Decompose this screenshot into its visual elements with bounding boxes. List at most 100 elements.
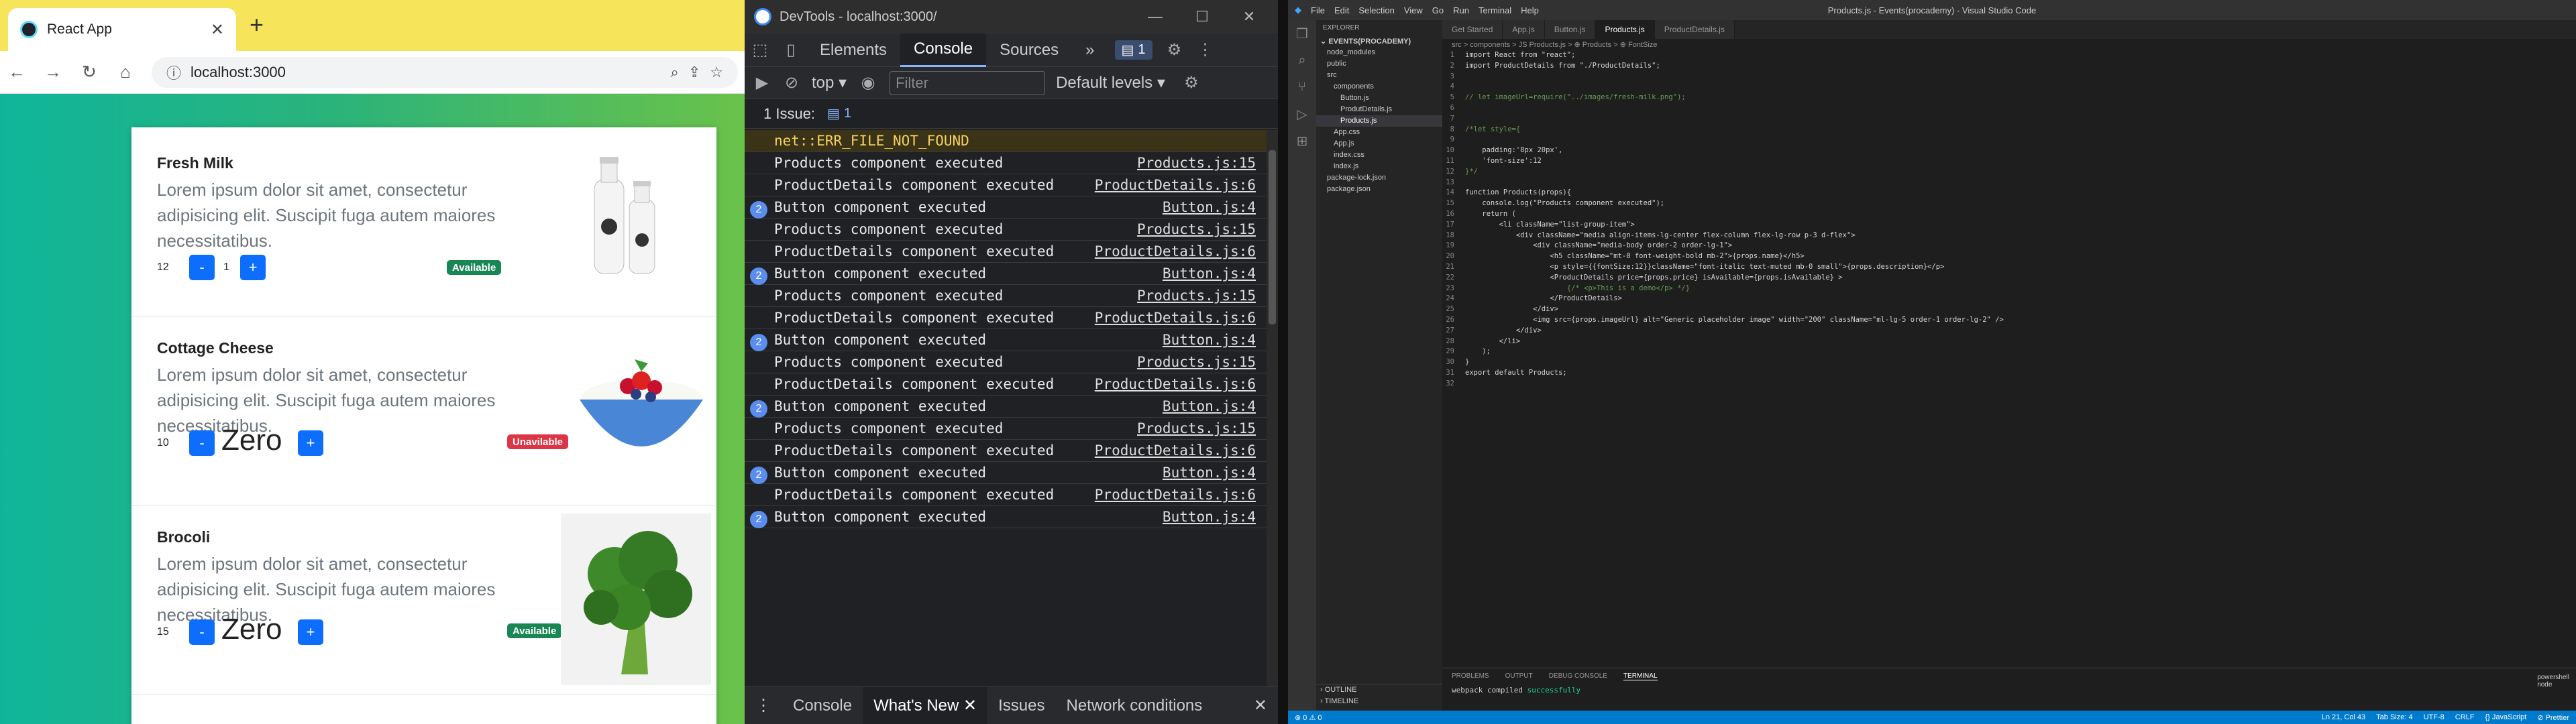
decrement-button[interactable]: -: [189, 430, 215, 456]
increment-button[interactable]: +: [298, 430, 323, 456]
log-source-link[interactable]: Button.js:4: [1158, 199, 1256, 215]
log-levels-select[interactable]: Default levels ▾: [1056, 73, 1165, 93]
editor-tab[interactable]: Get Started: [1442, 20, 1503, 39]
outline-section[interactable]: › OUTLINE: [1316, 684, 1442, 695]
drawer-menu-icon[interactable]: ⋮: [745, 687, 782, 724]
panel-tab[interactable]: PROBLEMS: [1452, 672, 1489, 680]
maximize-icon[interactable]: ☐: [1183, 8, 1222, 25]
editor-tab[interactable]: Products.js: [1595, 20, 1655, 39]
console-settings-icon[interactable]: ⚙: [1176, 73, 1207, 93]
explorer-icon[interactable]: ❐: [1288, 20, 1316, 47]
status-item[interactable]: {} JavaScript: [2485, 713, 2527, 722]
home-icon[interactable]: ⌂: [115, 62, 136, 82]
browser-tab[interactable]: React App ✕: [8, 8, 236, 51]
minimize-icon[interactable]: —: [1136, 8, 1175, 25]
file-tree-item[interactable]: src: [1316, 70, 1442, 81]
terminal-output[interactable]: webpack compiled successfully: [1442, 684, 2576, 696]
back-icon[interactable]: ←: [7, 62, 27, 82]
issues-bar-badge[interactable]: ▤ 1: [820, 104, 858, 123]
inspect-element-icon[interactable]: ⬚: [745, 40, 775, 60]
issues-counter[interactable]: ▤ 1: [1114, 40, 1152, 60]
extensions-icon[interactable]: ⊞: [1288, 127, 1316, 154]
file-tree-item[interactable]: Button.js: [1316, 93, 1442, 104]
decrement-button[interactable]: -: [189, 619, 215, 645]
forward-icon[interactable]: →: [43, 62, 63, 82]
file-tree-item[interactable]: node_modules: [1316, 47, 1442, 58]
log-source-link[interactable]: Products.js:15: [1132, 354, 1256, 370]
log-source-link[interactable]: Products.js:15: [1132, 420, 1256, 436]
panel-tab[interactable]: TERMINAL: [1623, 672, 1658, 680]
log-source-link[interactable]: Button.js:4: [1158, 509, 1256, 525]
problems-status[interactable]: ⊗ 0 ⚠ 0: [1295, 713, 1322, 722]
status-item[interactable]: Tab Size: 4: [2376, 713, 2412, 722]
issues-bar[interactable]: 1 Issue: ▤ 1: [745, 99, 1278, 129]
close-window-icon[interactable]: ✕: [1230, 8, 1269, 25]
editor-tab[interactable]: ProductDetails.js: [1654, 20, 1735, 39]
workspace-folder[interactable]: ⌄ EVENTS(PROCADEMY): [1316, 36, 1442, 47]
decrement-button[interactable]: -: [189, 255, 215, 280]
zoom-icon[interactable]: ⌕: [671, 64, 679, 81]
panel-tab[interactable]: OUTPUT: [1505, 672, 1533, 680]
log-source-link[interactable]: Products.js:15: [1132, 288, 1256, 304]
log-source-link[interactable]: ProductDetails.js:6: [1090, 177, 1256, 193]
file-tree-item[interactable]: index.css: [1316, 149, 1442, 161]
log-source-link[interactable]: Button.js:4: [1158, 265, 1256, 282]
file-tree-item[interactable]: public: [1316, 58, 1442, 70]
log-source-link[interactable]: Button.js:4: [1158, 398, 1256, 414]
drawer-tab-console[interactable]: Console: [782, 687, 863, 724]
file-tree-item[interactable]: ProdutDetails.js: [1316, 104, 1442, 115]
increment-button[interactable]: +: [298, 619, 323, 645]
file-tree-item[interactable]: package-lock.json: [1316, 172, 1442, 184]
file-tree-item[interactable]: Products.js: [1316, 115, 1442, 127]
new-tab-button[interactable]: +: [250, 11, 264, 39]
drawer-tab-whats-new[interactable]: What's New ✕: [863, 686, 988, 724]
editor-tab[interactable]: App.js: [1503, 20, 1545, 39]
breadcrumb[interactable]: src > components > JS Products.js > ⊕ Pr…: [1442, 39, 2576, 51]
tab-elements[interactable]: Elements: [806, 34, 900, 67]
clear-console-icon[interactable]: ⊘: [782, 73, 801, 93]
log-source-link[interactable]: Button.js:4: [1158, 332, 1256, 348]
editor-tab[interactable]: Button.js: [1544, 20, 1596, 39]
drawer-tab-network-conditions[interactable]: Network conditions: [1056, 687, 1214, 724]
status-item[interactable]: CRLF: [2455, 713, 2475, 722]
scroll-thumb[interactable]: [1269, 150, 1276, 324]
file-tree-item[interactable]: index.js: [1316, 161, 1442, 172]
log-source-link[interactable]: Button.js:4: [1158, 465, 1256, 481]
status-item[interactable]: UTF-8: [2424, 713, 2445, 722]
log-source-link[interactable]: ProductDetails.js:6: [1090, 310, 1256, 326]
source-control-icon[interactable]: ⑂: [1288, 74, 1316, 101]
search-icon[interactable]: ⌕: [1288, 47, 1316, 74]
settings-gear-icon[interactable]: ⚙: [1159, 40, 1190, 60]
increment-button[interactable]: +: [240, 255, 266, 280]
status-item[interactable]: ⊘ Prettier: [2537, 713, 2569, 722]
log-source-link[interactable]: ProductDetails.js:6: [1090, 243, 1256, 259]
log-source-link[interactable]: Products.js:15: [1132, 221, 1256, 237]
tab-sources[interactable]: Sources: [986, 34, 1072, 67]
live-expression-eye-icon[interactable]: ◉: [857, 73, 879, 93]
close-tab-icon[interactable]: ✕: [211, 20, 224, 40]
address-bar[interactable]: ⓘ localhost:3000 ⌕ ⇪ ☆: [152, 56, 738, 88]
panel-tab[interactable]: DEBUG CONSOLE: [1549, 672, 1607, 680]
file-tree-item[interactable]: App.css: [1316, 127, 1442, 138]
filter-input[interactable]: Filter: [890, 70, 1046, 95]
code-editor[interactable]: 1 import React from "react"; 2 import Produ…: [1442, 51, 2576, 668]
status-item[interactable]: Ln 21, Col 43: [2322, 713, 2365, 722]
kebab-menu-icon[interactable]: ⋮: [1190, 40, 1221, 60]
log-source-link[interactable]: ProductDetails.js:6: [1090, 376, 1256, 392]
timeline-section[interactable]: › TIMELINE: [1316, 696, 1358, 707]
log-source-link[interactable]: ProductDetails.js:6: [1090, 487, 1256, 503]
log-source-link[interactable]: ProductDetails.js:6: [1090, 442, 1256, 459]
device-toolbar-icon[interactable]: ▯: [775, 40, 806, 60]
file-tree-item[interactable]: App.js: [1316, 138, 1442, 149]
tab-console[interactable]: Console: [900, 33, 987, 67]
file-tree-item[interactable]: package.json: [1316, 184, 1442, 195]
file-tree-item[interactable]: components: [1316, 81, 1442, 93]
console-scrollbar[interactable]: [1267, 130, 1278, 686]
bookmark-star-icon[interactable]: ☆: [710, 64, 723, 81]
log-source-link[interactable]: Products.js:15: [1132, 155, 1256, 171]
info-icon[interactable]: ⓘ: [166, 62, 181, 83]
share-icon[interactable]: ⇪: [688, 64, 700, 81]
sidebar-toggle-icon[interactable]: ▶: [753, 73, 771, 93]
context-select[interactable]: top ▾: [812, 73, 847, 93]
more-tabs-icon[interactable]: »: [1072, 34, 1108, 67]
